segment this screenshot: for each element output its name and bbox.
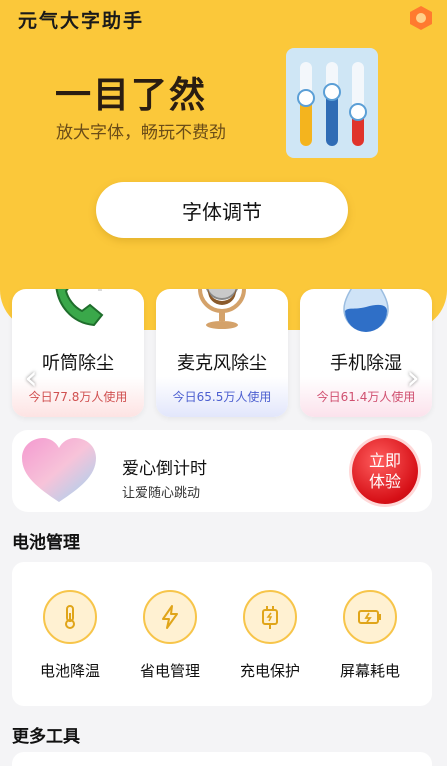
phone-icon — [55, 289, 110, 327]
try-now-label-1: 立即 — [368, 451, 401, 470]
battery-item-power-saving[interactable]: 省电管理 — [130, 590, 210, 690]
battery-item-label: 充电保护 — [239, 662, 300, 680]
microphone-icon — [198, 289, 246, 329]
hero-headline: 一目了然 — [55, 75, 208, 116]
battery-item-screen-drain[interactable]: 屏幕耗电 — [330, 590, 410, 690]
app-title: 元气大字助手 — [18, 10, 145, 32]
battery-item-charge-protect[interactable]: 充电保护 — [230, 590, 310, 690]
love-countdown-card[interactable]: 爱心倒计时 让爱随心跳动 立即 体验 — [12, 430, 432, 512]
hexagon-settings-icon[interactable] — [407, 4, 435, 32]
tool-usage: 今日65.5万人使用 — [156, 377, 288, 417]
battery-charging-icon — [358, 610, 381, 624]
love-subtitle: 让爱随心跳动 — [122, 486, 201, 501]
heart-icon — [22, 438, 96, 502]
chevron-right-icon[interactable]: › — [402, 358, 424, 398]
lightning-icon — [162, 605, 178, 629]
tool-name: 麦克风除尘 — [177, 353, 267, 374]
battery-item-cooling[interactable]: 电池降温 — [30, 590, 110, 690]
battery-card: 电池降温 省电管理 充电保护 屏幕耗电 — [12, 562, 432, 706]
try-now-label-2: 体验 — [368, 472, 401, 491]
battery-section-title: 电池管理 — [12, 533, 80, 553]
water-drop-icon — [343, 289, 389, 332]
chevron-left-icon[interactable]: ‹ — [20, 358, 42, 398]
hero-banner — [0, 0, 447, 330]
battery-item-label: 电池降温 — [39, 662, 100, 680]
sliders-illustration — [286, 48, 378, 158]
tool-card-microphone-dust[interactable]: 麦克风除尘 今日65.5万人使用 — [156, 289, 288, 417]
more-tools-card — [12, 752, 432, 766]
battery-item-label: 屏幕耗电 — [339, 662, 400, 680]
charger-plug-icon — [262, 606, 278, 629]
battery-item-label: 省电管理 — [139, 662, 200, 680]
try-now-button[interactable]: 立即 体验 — [352, 438, 418, 504]
thermometer-icon — [65, 605, 75, 629]
font-adjust-button[interactable]: 字体调节 — [96, 182, 348, 238]
love-title: 爱心倒计时 — [122, 459, 207, 479]
hero-subline: 放大字体，畅玩不费劲 — [56, 123, 226, 143]
more-tools-section-title: 更多工具 — [12, 727, 80, 747]
